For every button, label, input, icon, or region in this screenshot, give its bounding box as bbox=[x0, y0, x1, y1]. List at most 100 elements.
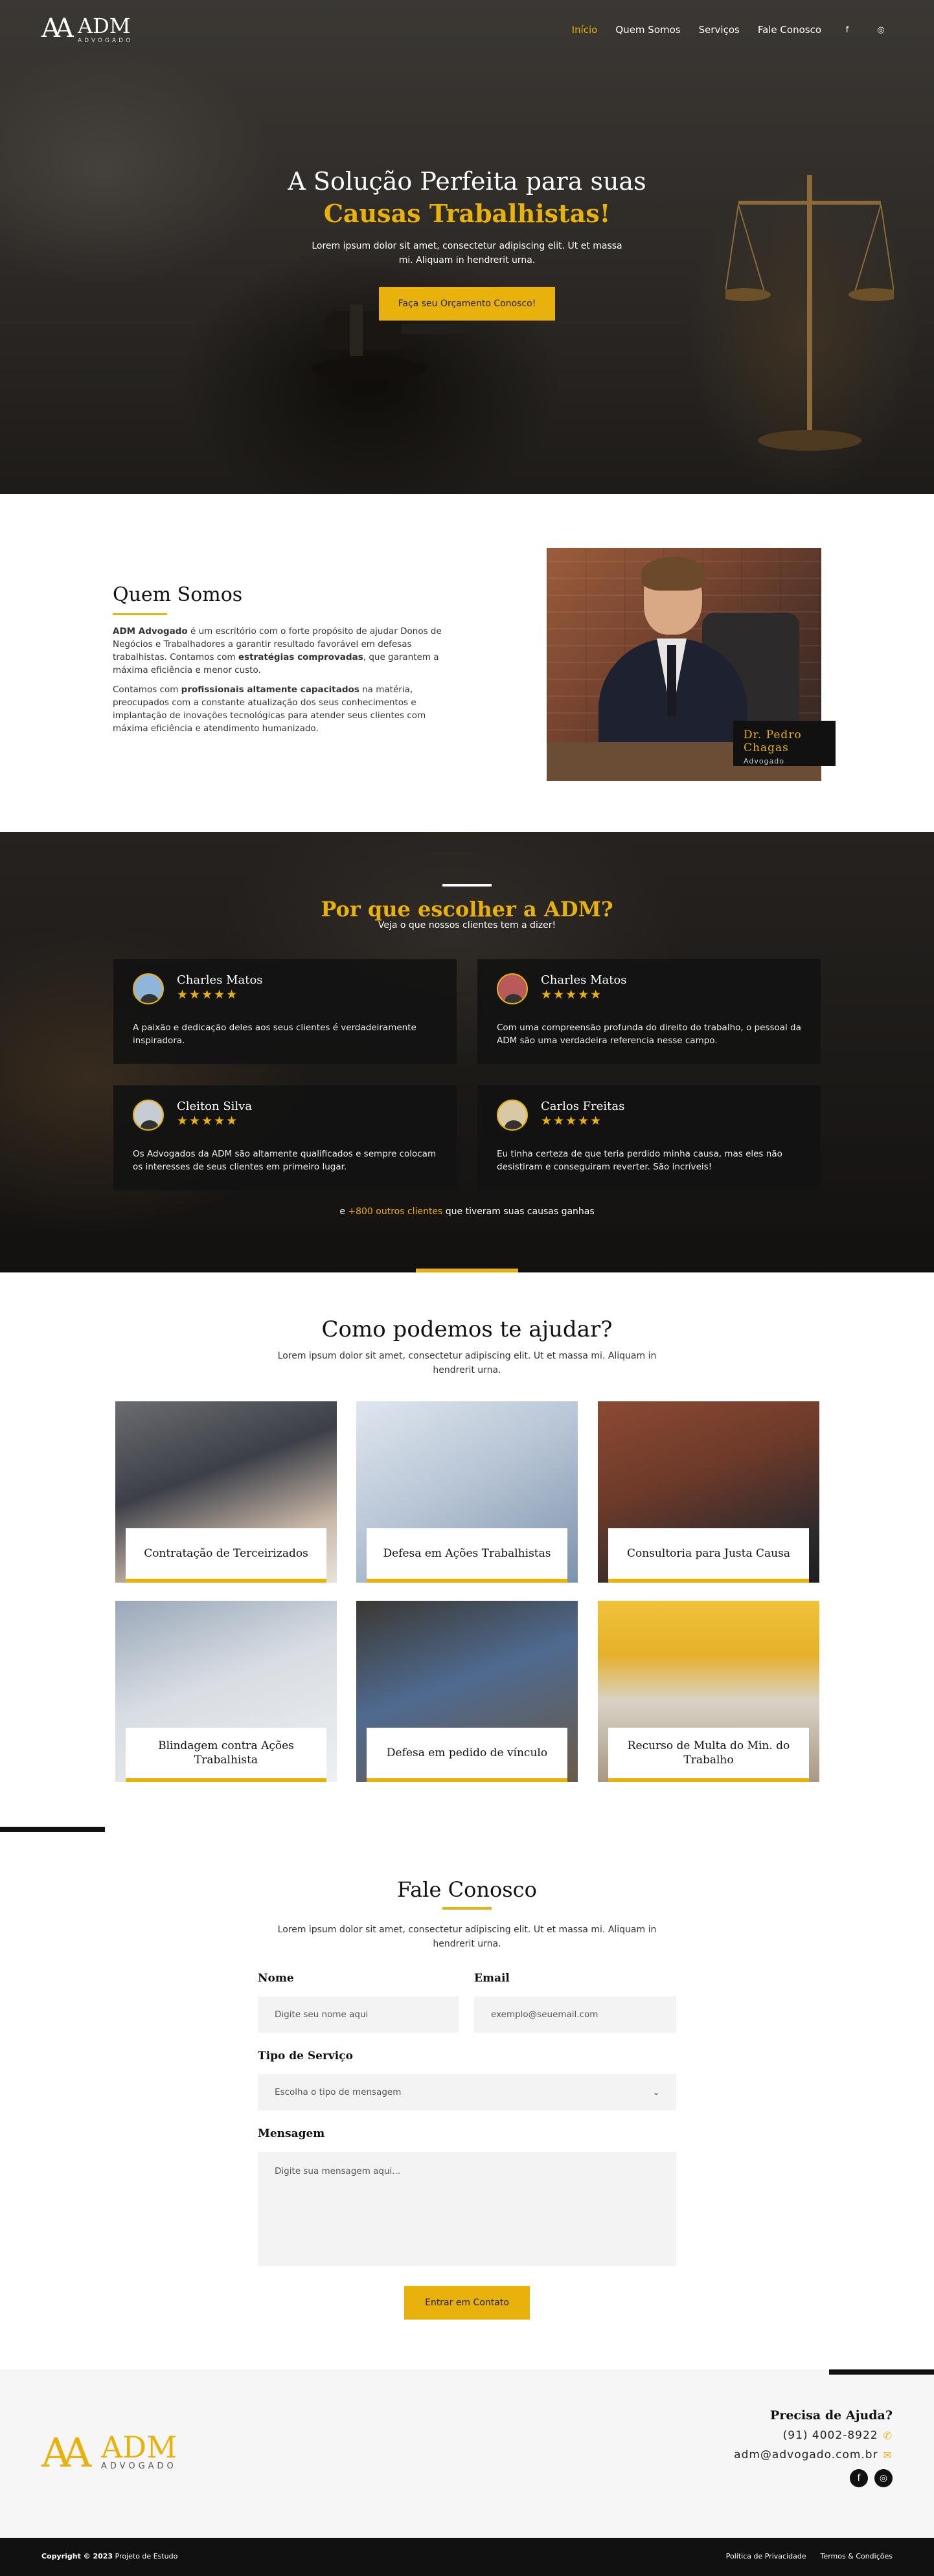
contact-title: Fale Conosco bbox=[397, 1877, 537, 1902]
testimonial-card: Carlos Freitas ★★★★★ Eu tinha certeza de… bbox=[477, 1085, 821, 1190]
service-label: Defesa em Ações Trabalhistas bbox=[367, 1528, 567, 1583]
message-label: Mensagem bbox=[258, 2127, 325, 2140]
avatar bbox=[133, 973, 164, 1004]
more-prefix: e bbox=[339, 1206, 348, 1217]
service-card[interactable]: Consultoria para Justa Causa bbox=[598, 1401, 819, 1583]
nav-item-servicos[interactable]: Serviços bbox=[699, 24, 740, 36]
header-logo[interactable]: AA ADM ADVOGADO bbox=[41, 16, 133, 44]
footer-logo[interactable]: AA ADM ADVOGADO bbox=[41, 2429, 177, 2476]
hero-title-line2: Causas Trabalhistas! bbox=[323, 199, 611, 228]
section-divider bbox=[442, 884, 492, 887]
testimonial-text: Os Advogados da ADM são altamente qualif… bbox=[133, 1149, 437, 1172]
help-title: Precisa de Ajuda? bbox=[770, 2408, 893, 2423]
phone-number: (91) 4002-8922 bbox=[782, 2429, 878, 2442]
testimonial-name: Charles Matos bbox=[541, 973, 627, 987]
service-label: Consultoria para Justa Causa bbox=[608, 1528, 809, 1583]
email-line[interactable]: adm@advogado.com.br ✉ bbox=[734, 2448, 893, 2461]
service-card[interactable]: Defesa em pedido de vínculo bbox=[356, 1601, 578, 1782]
clients-count-text: e +800 outros clientes que tiveram suas … bbox=[0, 1206, 934, 1217]
copyright-rest: Projeto de Estudo bbox=[113, 2552, 178, 2560]
star-rating: ★★★★★ bbox=[177, 988, 239, 1002]
submit-button[interactable]: Entrar em Contato bbox=[404, 2286, 530, 2320]
avatar bbox=[497, 1100, 528, 1131]
name-field[interactable]: Digite seu nome aqui bbox=[258, 1996, 459, 2033]
instagram-icon[interactable]: ◎ bbox=[873, 22, 889, 38]
footer: AA ADM ADVOGADO Precisa de Ajuda? (91) 4… bbox=[0, 2369, 934, 2538]
phone-line[interactable]: (91) 4002-8922 ✆ bbox=[783, 2429, 893, 2442]
about-paragraph-1: ADM Advogado é um escritório com o forte… bbox=[113, 625, 450, 677]
service-label: Recurso de Multa do Min. do Trabalho bbox=[608, 1728, 809, 1782]
about-p1-bold: ADM Advogado bbox=[113, 626, 188, 637]
star-rating: ★★★★★ bbox=[541, 1114, 603, 1128]
nav-item-quem-somos[interactable]: Quem Somos bbox=[615, 24, 680, 36]
hero-title: A Solução Perfeita para suas Causas Trab… bbox=[0, 165, 934, 230]
service-type-value: Escolha o tipo de mensagem bbox=[275, 2087, 402, 2097]
bottom-bar: Copyright © 2023 Projeto de Estudo Polít… bbox=[0, 2538, 934, 2576]
service-type-label: Tipo de Serviço bbox=[258, 2050, 353, 2062]
section-divider bbox=[416, 1269, 518, 1272]
name-label: Nome bbox=[258, 1972, 294, 1985]
testimonial-name: Carlos Freitas bbox=[541, 1100, 625, 1113]
testimonial-text: Eu tinha certeza de que teria perdido mi… bbox=[497, 1149, 782, 1172]
phone-icon: ✆ bbox=[883, 2429, 893, 2442]
about-section: Quem Somos ADM Advogado é um escritório … bbox=[0, 494, 934, 832]
chevron-down-icon: ⌄ bbox=[652, 2088, 659, 2097]
star-rating: ★★★★★ bbox=[541, 988, 603, 1002]
about-title: Quem Somos bbox=[113, 583, 243, 606]
nav-item-fale-conosco[interactable]: Fale Conosco bbox=[758, 24, 821, 36]
testimonial-card: Cleiton Silva ★★★★★ Os Advogados da ADM … bbox=[113, 1085, 457, 1190]
more-suffix: que tiveram suas causas ganhas bbox=[442, 1206, 595, 1217]
lawyer-badge: Dr. Pedro Chagas Advogado bbox=[733, 721, 836, 766]
contact-title-underline bbox=[442, 1907, 492, 1910]
quote-button[interactable]: Faça seu Orçamento Conosco! bbox=[378, 287, 556, 321]
top-nav: AA ADM ADVOGADO Início Quem Somos Serviç… bbox=[0, 0, 934, 60]
copyright: Copyright © 2023 Projeto de Estudo bbox=[41, 2552, 177, 2560]
about-p1-bold2: estratégias comprovadas bbox=[238, 652, 363, 662]
nav-item-inicio[interactable]: Início bbox=[572, 24, 598, 36]
footer-logo-sub: ADVOGADO bbox=[101, 2461, 177, 2471]
terms-link[interactable]: Termos & Condições bbox=[821, 2552, 893, 2560]
facebook-icon[interactable]: f bbox=[839, 22, 855, 38]
logo-mark: AA bbox=[41, 14, 74, 43]
star-rating: ★★★★★ bbox=[177, 1114, 239, 1128]
footer-logo-mark: AA bbox=[41, 2429, 92, 2476]
main-menu: Início Quem Somos Serviços Fale Conosco … bbox=[572, 22, 889, 38]
privacy-link[interactable]: Política de Privacidade bbox=[726, 2552, 806, 2560]
services-section: Como podemos te ajudar? Lorem ipsum dolo… bbox=[0, 1272, 934, 1829]
about-p2-bold: profissionais altamente capacitados bbox=[181, 684, 359, 695]
message-textarea[interactable]: Digite sua mensagem aqui... bbox=[258, 2152, 676, 2266]
section-divider bbox=[829, 2369, 934, 2375]
service-label: Contratação de Terceirizados bbox=[126, 1528, 326, 1583]
service-card[interactable]: Contratação de Terceirizados bbox=[115, 1401, 337, 1583]
services-subtitle: Lorem ipsum dolor sit amet, consectetur … bbox=[277, 1351, 657, 1375]
facebook-icon[interactable]: f bbox=[850, 2469, 868, 2487]
email-label: Email bbox=[474, 1972, 510, 1985]
email-address: adm@advogado.com.br bbox=[734, 2448, 878, 2461]
service-card[interactable]: Blindagem contra Ações Trabalhista bbox=[115, 1601, 337, 1782]
testimonial-name: Cleiton Silva bbox=[177, 1100, 253, 1113]
testimonial-card: Charles Matos ★★★★★ A paixão e dedicação… bbox=[113, 959, 457, 1064]
envelope-icon: ✉ bbox=[883, 2448, 893, 2461]
service-card[interactable]: Recurso de Multa do Min. do Trabalho bbox=[598, 1601, 819, 1782]
lawyer-role: Advogado bbox=[744, 757, 784, 765]
about-title-underline bbox=[113, 613, 167, 615]
hero-title-line1: A Solução Perfeita para suas bbox=[288, 167, 646, 196]
logo-name: ADM bbox=[78, 14, 131, 38]
service-label: Defesa em pedido de vínculo bbox=[367, 1728, 567, 1782]
about-paragraph-2: Contamos com profissionais altamente cap… bbox=[113, 683, 450, 735]
testimonial-text: Com uma compreensão profunda do direito … bbox=[497, 1022, 801, 1046]
email-field[interactable]: exemplo@seuemail.com bbox=[474, 1996, 676, 2033]
service-label: Blindagem contra Ações Trabalhista bbox=[126, 1728, 326, 1782]
lawyer-name: Dr. Pedro Chagas bbox=[744, 729, 802, 754]
section-divider bbox=[0, 1827, 105, 1832]
testimonials-subtitle: Veja o que nossos clientes tem a dizer! bbox=[378, 920, 556, 931]
service-card[interactable]: Defesa em Ações Trabalhistas bbox=[356, 1401, 578, 1583]
contact-section: Fale Conosco Lorem ipsum dolor sit amet,… bbox=[0, 1832, 934, 2369]
hero-content: A Solução Perfeita para suas Causas Trab… bbox=[0, 165, 934, 321]
testimonial-name: Charles Matos bbox=[177, 973, 263, 987]
service-type-select[interactable]: Escolha o tipo de mensagem ⌄ bbox=[258, 2074, 676, 2110]
testimonials-title: Por que escolher a ADM? bbox=[321, 897, 613, 921]
copyright-bold: Copyright © 2023 bbox=[41, 2552, 113, 2560]
hero-section: AA ADM ADVOGADO Início Quem Somos Serviç… bbox=[0, 0, 934, 494]
instagram-icon[interactable]: ◎ bbox=[874, 2469, 893, 2487]
